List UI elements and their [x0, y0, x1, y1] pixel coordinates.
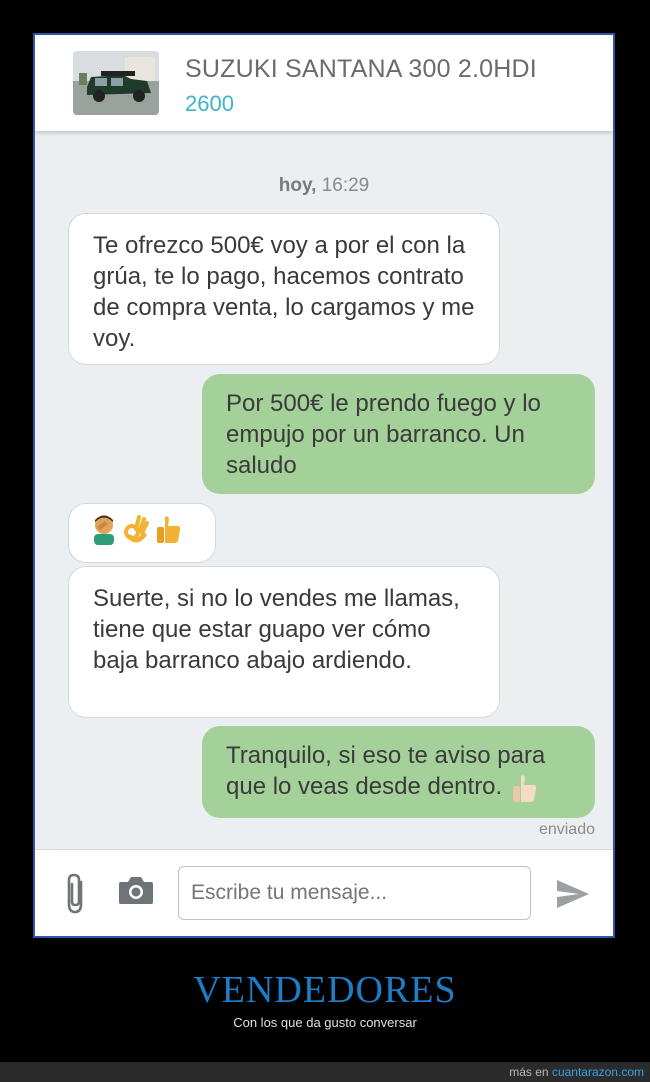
date-label: hoy,: [278, 175, 317, 196]
listing-price: 2600: [185, 91, 234, 116]
camera-icon[interactable]: [117, 874, 155, 906]
listing-header[interactable]: SUZUKI SANTANA 300 2.0HDI 2600: [35, 35, 613, 131]
site-footer: más en cuantarazon.com: [0, 1062, 650, 1082]
message-outgoing: Tranquilo, si eso te aviso para que lo v…: [202, 726, 595, 818]
footer-text: más en cuantarazon.com: [509, 1065, 644, 1079]
thumbs-up-icon: [153, 513, 183, 545]
ok-hand-icon: [121, 513, 151, 545]
message-status: enviado: [538, 821, 595, 838]
facepalm-icon: [89, 513, 119, 545]
footer-prefix: más en: [509, 1065, 549, 1079]
listing-title[interactable]: SUZUKI SANTANA 300 2.0HDI: [185, 55, 537, 84]
date-separator: hoy, 16:29: [35, 175, 613, 197]
site-link[interactable]: cuantarazon.com: [552, 1065, 644, 1079]
message-input[interactable]: [178, 866, 531, 920]
message-incoming-emojis: [68, 503, 216, 563]
paperclip-icon[interactable]: [63, 872, 91, 916]
caption-subtitle: Con los que da gusto conversar: [233, 1015, 417, 1030]
thumbs-up-icon: [509, 772, 539, 804]
car-thumbnail[interactable]: [73, 51, 159, 115]
chat-screen: SUZUKI SANTANA 300 2.0HDI 2600 hoy, 16:2…: [33, 33, 615, 938]
message-incoming: Te ofrezco 500€ voy a por el con la grúa…: [68, 213, 500, 365]
caption-title: VENDEDORES: [193, 969, 457, 1011]
send-icon[interactable]: [555, 878, 591, 910]
composer-bar: [35, 849, 613, 936]
message-incoming: Suerte, si no lo vendes me llamas, tiene…: [68, 566, 500, 718]
time-label: 16:29: [321, 175, 370, 196]
message-text: Tranquilo, si eso te aviso para que lo v…: [226, 742, 546, 800]
message-outgoing: Por 500€ le prendo fuego y lo empujo por…: [202, 374, 595, 494]
